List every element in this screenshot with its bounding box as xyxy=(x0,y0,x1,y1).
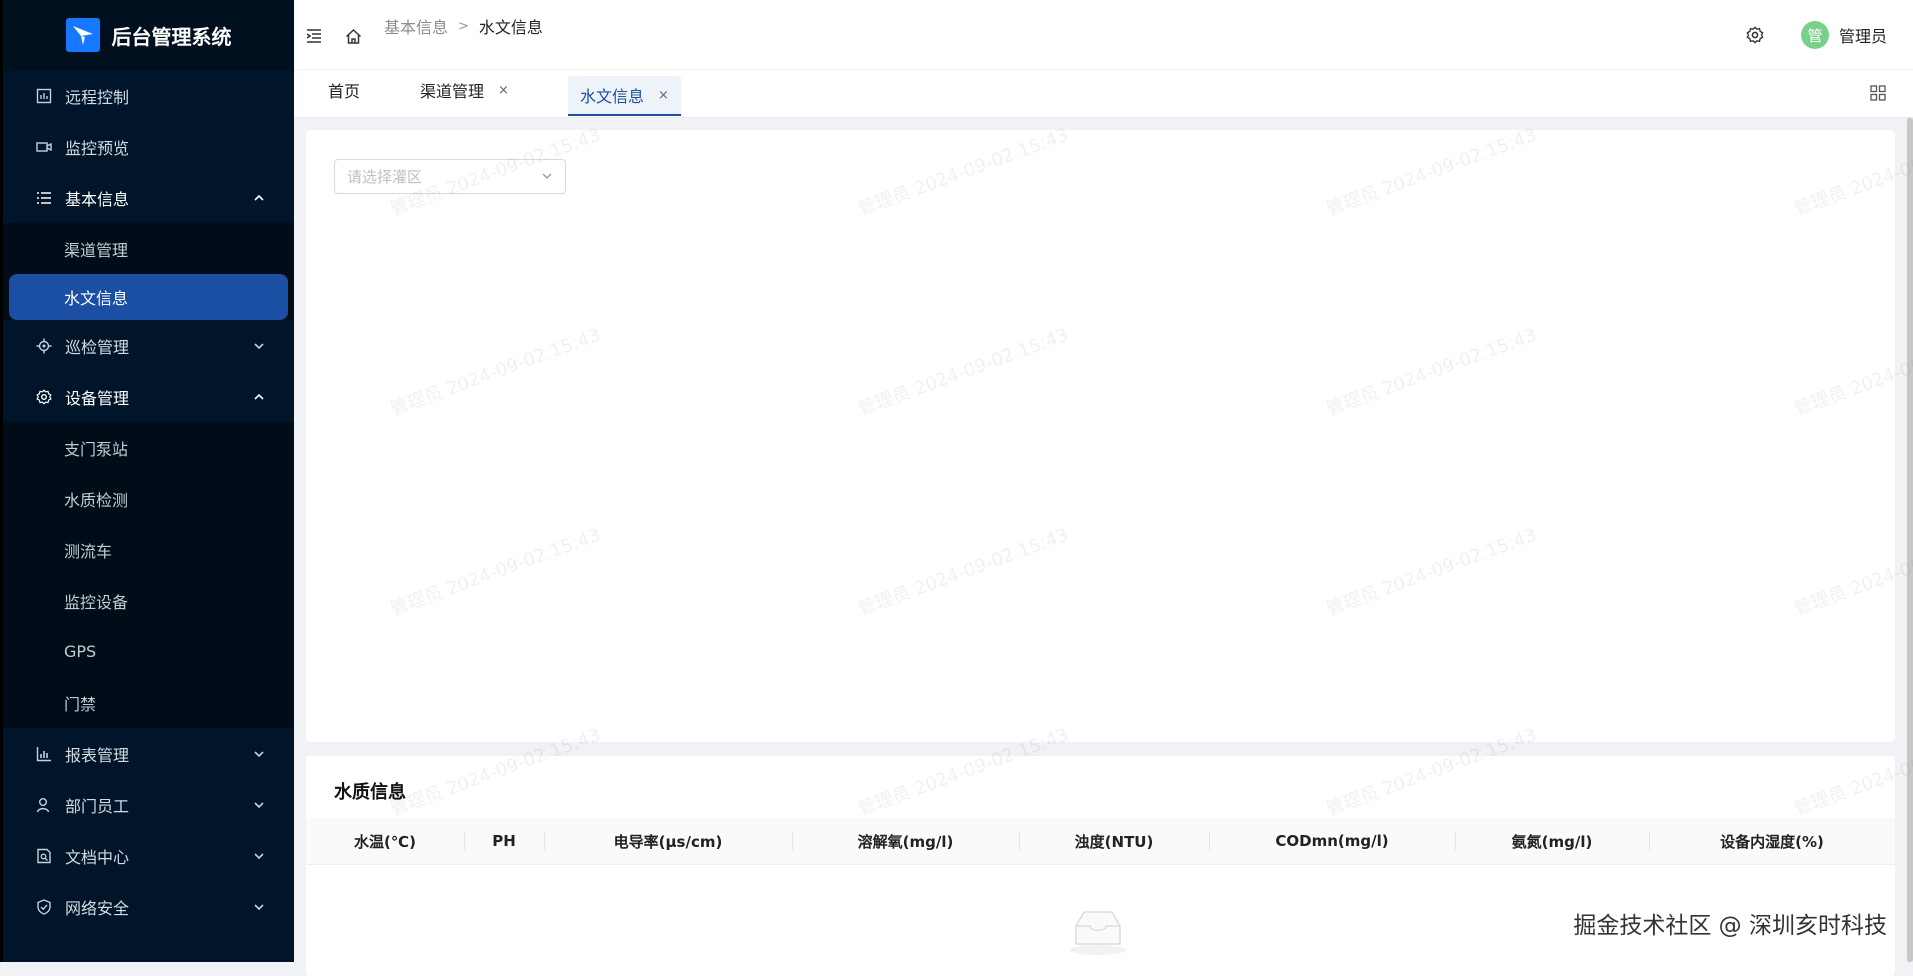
chevron-down-icon xyxy=(541,168,553,186)
vertical-scrollbar[interactable] xyxy=(1907,118,1913,962)
breadcrumb-item-current: 水文信息 xyxy=(478,18,543,37)
video-camera-icon xyxy=(35,138,53,156)
chevron-up-icon xyxy=(252,390,266,404)
app-title: 后台管理系统 xyxy=(111,24,232,49)
empty-inbox-icon xyxy=(1066,906,1130,956)
breadcrumb-separator: > xyxy=(458,18,469,34)
tab-label: 首页 xyxy=(328,82,361,101)
chevron-down-icon xyxy=(252,339,266,353)
menu-label: 设备管理 xyxy=(65,388,130,408)
tab-channel-management[interactable]: 渠道管理 × xyxy=(420,70,509,110)
submenu-item-channel-management[interactable]: 渠道管理 xyxy=(3,223,294,274)
submenu-device-management: 支门泵站 水质检测 测流车 监控设备 GPS 门禁 xyxy=(3,422,294,728)
home-icon[interactable] xyxy=(341,24,365,48)
submenu-item-hydrology-info[interactable]: 水文信息 xyxy=(9,274,288,320)
close-icon[interactable]: × xyxy=(498,83,509,98)
menu-item-inspection[interactable]: 巡检管理 xyxy=(3,320,294,371)
target-icon xyxy=(35,337,53,355)
section-title: 水质信息 xyxy=(334,782,406,803)
column-header: PH xyxy=(464,818,544,864)
menu-item-network-security[interactable]: 网络安全 xyxy=(3,881,294,932)
breadcrumb: 基本信息 > 水文信息 xyxy=(384,14,543,38)
grid-icon[interactable] xyxy=(1869,84,1887,102)
menu-label: 部门员工 xyxy=(65,796,130,816)
menu-fold-icon[interactable] xyxy=(302,24,326,48)
menu-label: 报表管理 xyxy=(65,745,130,765)
menu-item-device-management[interactable]: 设备管理 xyxy=(3,371,294,422)
avatar: 管 xyxy=(1800,21,1829,49)
tab-label: 渠道管理 xyxy=(420,82,485,101)
menu-label: 基本信息 xyxy=(65,189,130,209)
top-header: 基本信息 > 水文信息 管 管理员 xyxy=(294,0,1913,70)
menu-item-basic-info[interactable]: 基本信息 xyxy=(3,172,294,223)
tab-bar: 首页 渠道管理 × 水文信息 × xyxy=(294,70,1913,118)
submenu-item-monitor-device[interactable]: 监控设备 xyxy=(3,575,294,626)
column-header: 浊度(NTU) xyxy=(1019,818,1209,864)
menu-item-reports[interactable]: 报表管理 xyxy=(3,728,294,779)
shield-icon xyxy=(35,898,53,916)
column-header: 设备内湿度(%) xyxy=(1649,818,1895,864)
menu-item-remote-control[interactable]: 远程控制 xyxy=(3,70,294,121)
remote-control-icon xyxy=(35,87,53,105)
submenu-item-water-quality[interactable]: 水质检测 xyxy=(3,473,294,524)
submenu-item-flow-vehicle[interactable]: 测流车 xyxy=(3,524,294,575)
chevron-down-icon xyxy=(252,849,266,863)
user-name: 管理员 xyxy=(1838,27,1887,46)
chevron-down-icon xyxy=(252,900,266,914)
water-quality-panel: 水质信息 水温(℃) PH 电导率(μs/cm) 溶解氧(mg/l) 浊度(NT… xyxy=(306,756,1895,976)
menu-label: 网络安全 xyxy=(65,898,130,918)
column-header: 氨氮(mg/l) xyxy=(1455,818,1649,864)
irrigation-area-select[interactable]: 请选择灌区 xyxy=(334,159,566,194)
close-icon[interactable]: × xyxy=(658,88,669,103)
sidebar: 后台管理系统 远程控制 监控预览 基本信息 渠道管理 水文信息 巡检管理 设备管… xyxy=(0,0,294,962)
chevron-up-icon xyxy=(252,191,266,205)
tab-hydrology-info[interactable]: 水文信息 × xyxy=(568,76,681,116)
bar-chart-icon xyxy=(35,745,53,763)
submenu-item-pump-station[interactable]: 支门泵站 xyxy=(3,422,294,473)
brand[interactable]: 后台管理系统 xyxy=(3,0,294,70)
menu-label: 监控预览 xyxy=(65,138,130,158)
user-menu[interactable]: 管 管理员 xyxy=(1800,21,1887,49)
column-header: 水温(℃) xyxy=(354,832,416,851)
chevron-down-icon xyxy=(252,798,266,812)
menu-item-monitor-preview[interactable]: 监控预览 xyxy=(3,121,294,172)
map-panel: 请选择灌区 xyxy=(306,130,1895,742)
breadcrumb-item[interactable]: 基本信息 xyxy=(384,14,448,38)
gear-icon xyxy=(35,388,53,406)
menu-item-documents[interactable]: 文档中心 xyxy=(3,830,294,881)
menu-label: 文档中心 xyxy=(65,847,130,867)
main-content: 请选择灌区 水质信息 水温(℃) PH 电导率(μs/cm) 溶解氧(mg/l)… xyxy=(294,118,1913,976)
select-placeholder: 请选择灌区 xyxy=(347,168,423,186)
menu-item-staff[interactable]: 部门员工 xyxy=(3,779,294,830)
logo-icon xyxy=(65,18,100,52)
tab-home[interactable]: 首页 xyxy=(328,70,360,110)
column-header: 电导率(μs/cm) xyxy=(544,818,792,864)
menu-label: 巡检管理 xyxy=(65,337,130,357)
settings-gear-icon[interactable] xyxy=(1743,23,1767,47)
column-header: 溶解氧(mg/l) xyxy=(792,818,1019,864)
user-icon xyxy=(35,796,53,814)
chevron-down-icon xyxy=(252,747,266,761)
submenu-item-access-control[interactable]: 门禁 xyxy=(3,677,294,728)
submenu-item-gps[interactable]: GPS xyxy=(3,626,294,677)
column-header: CODmn(mg/l) xyxy=(1209,818,1455,864)
menu-label: 远程控制 xyxy=(65,87,130,107)
scrollbar-thumb[interactable] xyxy=(1907,118,1913,962)
list-icon xyxy=(35,189,53,207)
credit-text: 掘金技术社区 @ 深圳亥时科技 xyxy=(1573,913,1887,939)
document-icon xyxy=(35,847,53,865)
submenu-basic-info: 渠道管理 水文信息 xyxy=(3,223,294,320)
tab-label: 水文信息 xyxy=(580,87,645,106)
table-header: 水温(℃) PH 电导率(μs/cm) 溶解氧(mg/l) 浊度(NTU) CO… xyxy=(306,818,1895,865)
